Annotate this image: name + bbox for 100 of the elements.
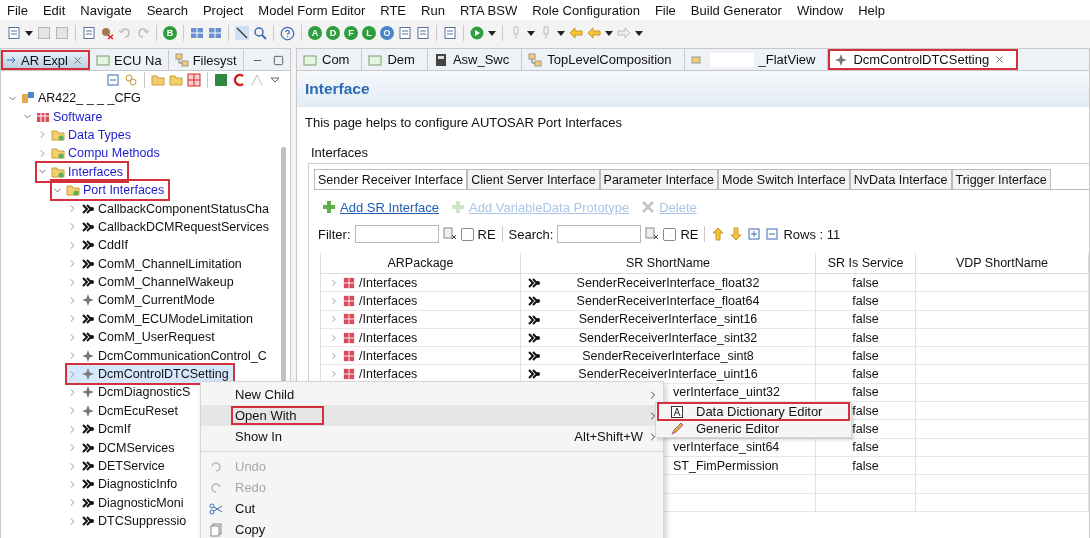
tree-item[interactable]: CddIf (67, 236, 132, 255)
column-header[interactable]: SR ShortName (521, 253, 816, 274)
action-link[interactable]: Add SR Interface (340, 199, 439, 215)
project-icon (21, 91, 35, 106)
interface-tab[interactable]: Mode Switch Interface (718, 169, 850, 189)
close-icon[interactable] (71, 54, 83, 66)
menu-item[interactable]: Model Form Editor (258, 2, 366, 18)
tree-item[interactable]: DcmIf (67, 420, 135, 439)
tree-item[interactable]: DiagnosticMoni (67, 493, 188, 512)
menu-item[interactable]: Role Configuration (532, 2, 640, 18)
tree-item[interactable]: ComM_UserRequest (67, 328, 219, 347)
document-icon[interactable] (443, 26, 457, 40)
view-tab[interactable]: ECU Na (89, 50, 169, 70)
bug-icon[interactable] (100, 26, 114, 40)
menu-item[interactable]: Edit (42, 2, 66, 18)
tree-item[interactable]: Compu Methods (37, 144, 164, 163)
down-arrow-icon[interactable] (729, 227, 744, 241)
tree-item[interactable]: DiagnosticInfo (67, 475, 182, 494)
document-icon[interactable] (416, 26, 430, 40)
pointer-icon[interactable] (235, 26, 249, 40)
interface-tab[interactable]: Client Server Interface (467, 169, 600, 189)
folder-icon[interactable] (151, 73, 165, 87)
tree-item[interactable]: DTCSuppressio (67, 512, 191, 531)
folder-icon (51, 127, 65, 142)
editor-tab[interactable]: DcmControlDTCSetting (828, 49, 1019, 70)
interface-tab[interactable]: Parameter Interface (599, 169, 719, 189)
search-icon[interactable] (253, 26, 267, 40)
checkbox[interactable] (663, 227, 677, 241)
tree-item[interactable]: CallbackComponentStatusCha (67, 199, 273, 218)
grid-icon[interactable] (187, 73, 201, 87)
tree-item[interactable]: ComM_CurrentMode (67, 291, 219, 310)
menu-item[interactable]: Cut (201, 498, 663, 519)
document-icon[interactable] (398, 26, 412, 40)
tree-item[interactable]: DETService (67, 456, 169, 476)
menu-item-label: Cut (234, 500, 257, 518)
filter-field[interactable] (354, 225, 439, 243)
table-cell: /Interfaces (359, 348, 418, 363)
tree-item[interactable]: DcmDiagnosticS (67, 383, 195, 402)
tree-item[interactable]: AR422_ _ _ _CFG (7, 89, 145, 108)
tree-item[interactable]: DcmControlDTCSetting (67, 364, 233, 384)
menu-item[interactable]: File (7, 2, 28, 18)
column-header[interactable]: SR Is Service (816, 253, 916, 274)
up-arrow-icon[interactable] (711, 227, 726, 241)
clear-icon[interactable] (645, 227, 660, 241)
interface-tab[interactable]: Trigger Interface (951, 169, 1051, 189)
menu-item[interactable]: RTE (380, 2, 407, 18)
tree-item[interactable]: ComM_ChannelWakeup (67, 272, 238, 292)
tree-item[interactable]: Data Types (37, 125, 135, 145)
checkbox-label: RE (680, 226, 699, 242)
menu-item[interactable]: RTA BSW (459, 2, 518, 18)
tree-item[interactable]: DcmCommunicationControl_C (67, 346, 271, 365)
menu-item[interactable]: Window (796, 2, 844, 18)
column-header[interactable]: VDP ShortName (916, 253, 1089, 274)
redo-icon[interactable] (136, 26, 150, 40)
toolbar-badge[interactable]: O (380, 26, 394, 40)
folder-icon[interactable] (169, 73, 183, 87)
menu-item[interactable]: Copy (201, 519, 663, 538)
save-icon[interactable] (55, 26, 69, 40)
interface-icon (81, 219, 95, 234)
menu-item[interactable]: Run (421, 2, 445, 18)
tree-item[interactable]: Port Interfaces (52, 180, 169, 200)
tree-item[interactable]: ComM_ChannelLimitation (67, 254, 246, 273)
clear-icon[interactable] (442, 227, 457, 241)
menu-item[interactable]: File (654, 2, 676, 18)
scissors-icon (209, 501, 223, 516)
menu-item[interactable]: Project (202, 2, 244, 18)
menu-item[interactable]: Search (146, 2, 188, 18)
tree-item[interactable]: Software (22, 107, 107, 126)
column-header[interactable]: ARPackage (321, 253, 521, 274)
interface-tab[interactable]: NvData Interface (849, 169, 952, 189)
collapse-all-icon[interactable] (765, 227, 780, 241)
page-description: This page helps to configure AUTOSAR Port Interfaces (304, 114, 623, 132)
chip-icon[interactable] (214, 73, 228, 87)
table-cell: verInterface_uint32 (673, 385, 780, 400)
search-field[interactable] (557, 225, 642, 243)
view-tab[interactable]: AR Expl (1, 50, 90, 70)
menu-item[interactable]: Build Generator (690, 2, 782, 18)
tree-item[interactable]: Interfaces (37, 162, 127, 181)
tree-item[interactable]: DCMServices (67, 438, 179, 457)
tree-item[interactable]: CallbackDCMRequestServices (67, 217, 273, 237)
maximize-icon[interactable] (273, 54, 284, 66)
tree-item[interactable]: ComM_ECUModeLimitation (67, 309, 257, 329)
package-icon (343, 368, 355, 381)
help-icon[interactable] (280, 25, 295, 41)
interface-tab[interactable]: Sender Receiver Interface (314, 169, 468, 189)
document-icon[interactable] (7, 26, 21, 40)
menu-item[interactable]: Navigate (80, 2, 132, 18)
checkbox[interactable] (460, 227, 474, 241)
view-tab[interactable]: Filesyst (168, 50, 244, 70)
row-count: Rows : 11 (783, 226, 841, 242)
close-icon[interactable] (994, 54, 1006, 65)
menu-item[interactable]: New Child (201, 384, 663, 405)
link-icon[interactable] (124, 73, 138, 87)
tree-item[interactable]: DcmEcuReset (67, 401, 182, 421)
table-cell: false (852, 385, 879, 400)
expand-all-icon[interactable] (747, 227, 762, 241)
menu-item[interactable]: Help (858, 2, 885, 18)
package-icon (343, 349, 355, 362)
document-icon[interactable] (82, 26, 96, 40)
collapse-icon[interactable] (106, 73, 120, 87)
